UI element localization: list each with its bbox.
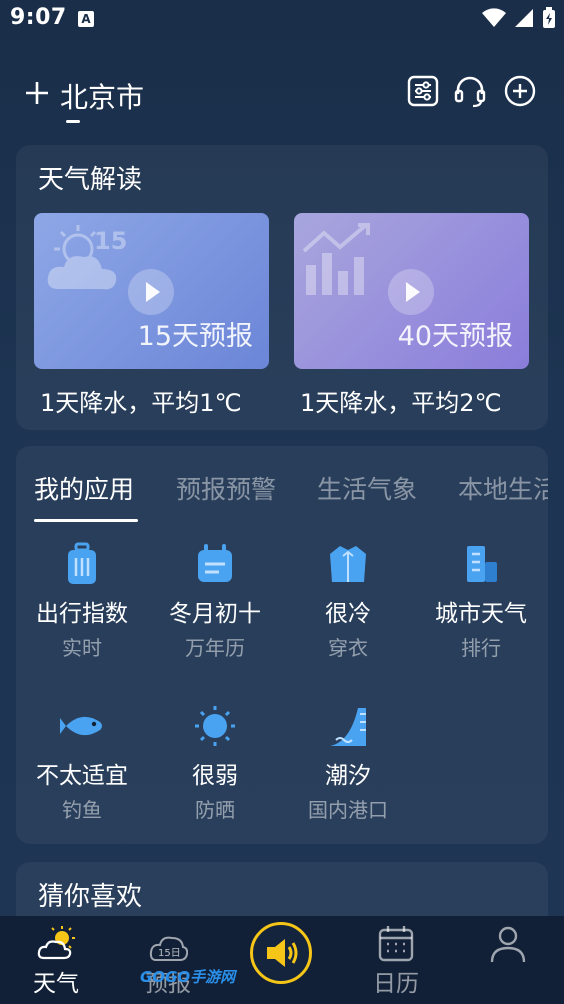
- app-subtitle: 万年历: [185, 636, 245, 660]
- tab-forecast-warning[interactable]: 预报预警: [176, 470, 276, 506]
- nav-weather[interactable]: 天气: [0, 922, 112, 1002]
- status-icons: [482, 7, 556, 29]
- wifi-icon: [482, 8, 506, 27]
- tide-icon: [330, 708, 366, 746]
- app-item-fishing[interactable]: 不太适宜 钓鱼: [16, 704, 148, 854]
- app-title: 不太适宜: [36, 763, 128, 789]
- video-label: 40天预报: [397, 321, 513, 352]
- tab-local-life[interactable]: 本地生活: [458, 470, 548, 506]
- calendar-icon: [198, 544, 232, 582]
- nav-label: 日历: [373, 971, 419, 997]
- video-15-day-forecast[interactable]: 15 15天预报: [34, 213, 269, 369]
- app-item-clothing[interactable]: 很冷 穿衣: [282, 542, 414, 692]
- app-title: 很弱: [192, 763, 238, 789]
- status-bar: 9:07 A: [0, 0, 564, 40]
- add-circle-icon[interactable]: [503, 74, 537, 108]
- play-button[interactable]: [388, 269, 434, 315]
- app-title: 很冷: [325, 601, 371, 627]
- add-city-icon[interactable]: [22, 78, 52, 108]
- app-subtitle: 穿衣: [328, 636, 368, 660]
- app-subtitle: 国内港口: [308, 798, 388, 822]
- watermark: GOGO手游网: [140, 968, 236, 986]
- app-item-tide[interactable]: 潮汐 国内港口: [282, 704, 414, 854]
- section-title: 天气解读: [38, 165, 143, 195]
- app-subtitle: 防晒: [195, 798, 235, 822]
- app-title: 潮汐: [325, 763, 371, 789]
- city-page-indicator: [66, 120, 80, 123]
- bottom-nav: 天气 15日 预报 日历 GOGO手游网: [0, 916, 564, 1004]
- coat-icon: [330, 546, 366, 582]
- tab-underline: [34, 519, 138, 522]
- video-40-day-forecast[interactable]: 40天预报: [294, 213, 529, 369]
- nav-label: 天气: [33, 971, 79, 997]
- app-title: 城市天气: [435, 601, 527, 627]
- video-caption: 1天降水，平均2℃: [300, 389, 502, 417]
- fish-icon: [60, 716, 102, 736]
- app-item-lunar-calendar[interactable]: 冬月初十 万年历: [149, 542, 281, 692]
- luggage-icon: [68, 542, 96, 584]
- calendar-nav-icon: [378, 926, 414, 962]
- video-badge: 15: [94, 227, 128, 255]
- nav-profile[interactable]: [452, 922, 564, 1002]
- speaker-icon: [267, 939, 298, 967]
- app-title: 出行指数: [36, 601, 128, 627]
- forecast-badge: 15日: [158, 948, 181, 959]
- building-icon: [467, 546, 497, 582]
- nav-calendar[interactable]: 日历: [340, 922, 452, 1002]
- section-title: 猜你喜欢: [38, 882, 143, 912]
- status-time: 9:07: [10, 5, 67, 30]
- nav-forecast[interactable]: 15日 预报: [112, 922, 224, 1002]
- video-caption: 1天降水，平均1℃: [40, 389, 242, 417]
- weather-icon: [37, 926, 75, 960]
- sun-icon: [195, 706, 235, 746]
- app-subtitle: 排行: [461, 636, 501, 660]
- apps-card: 我的应用 预报预警 生活气象 本地生活 出行指数 实时 冬月初十 万年历 很冷 …: [16, 446, 548, 844]
- app-subtitle: 实时: [62, 636, 102, 660]
- settings-sliders-icon[interactable]: [406, 74, 440, 108]
- headset-icon[interactable]: [453, 74, 487, 108]
- forecast-15-icon: 15日: [149, 936, 188, 961]
- tab-life-weather[interactable]: 生活气象: [317, 470, 417, 506]
- city-name[interactable]: 北京市: [60, 76, 144, 116]
- apps-tabs: 我的应用 预报预警 生活气象 本地生活: [16, 446, 548, 524]
- profile-icon: [490, 926, 526, 963]
- weather-interpretation-card: 天气解读 15 15天预报 1天降水，平均1℃ 40天预报 1天降水，平均2℃: [16, 145, 548, 430]
- app-item-travel-index[interactable]: 出行指数 实时: [16, 542, 148, 692]
- play-button[interactable]: [128, 269, 174, 315]
- app-item-sun-protection[interactable]: 很弱 防晒: [149, 704, 281, 854]
- bar-chart-icon: [302, 223, 370, 295]
- app-subtitle: 钓鱼: [62, 798, 102, 822]
- app-item-city-ranking[interactable]: 城市天气 排行: [415, 542, 547, 692]
- signal-icon: [515, 9, 533, 27]
- battery-icon: [543, 7, 555, 28]
- notification-badge: A: [78, 11, 94, 27]
- header: 北京市: [0, 70, 564, 130]
- app-title: 冬月初十: [169, 601, 261, 627]
- video-label: 15天预报: [137, 321, 253, 352]
- tab-my-apps[interactable]: 我的应用: [34, 470, 134, 506]
- voice-broadcast-button[interactable]: [250, 922, 312, 984]
